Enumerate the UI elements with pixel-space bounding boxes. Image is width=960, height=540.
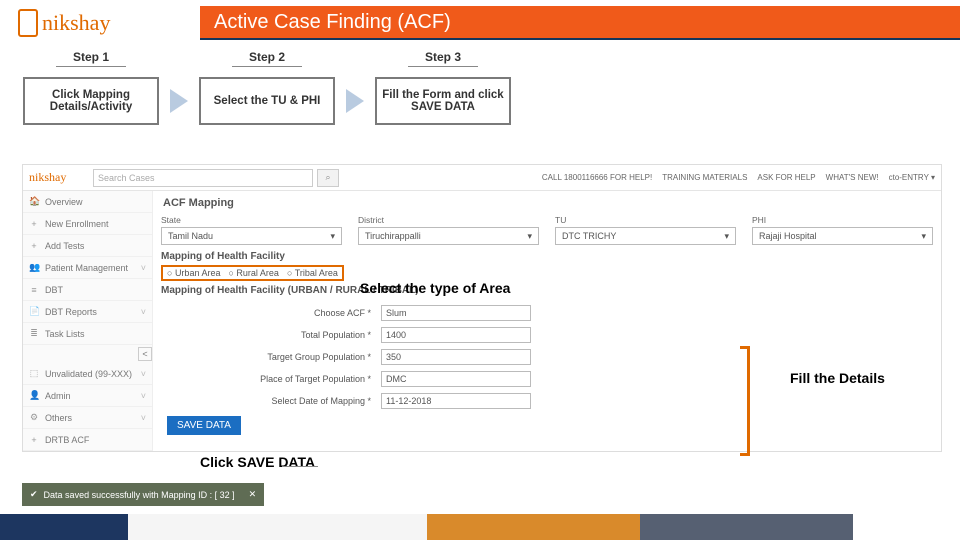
step-2: Step 2 Select the TU & PHI [202, 48, 332, 125]
chevron-down-icon: ▾ [724, 231, 729, 242]
top-link[interactable]: CALL 1800116666 FOR HELP! [542, 173, 652, 182]
chevron-down-icon: ▾ [527, 231, 532, 242]
radio-rural[interactable]: Rural Area [228, 268, 278, 278]
state-select[interactable]: Tamil Nadu▾ [161, 227, 342, 245]
search-button[interactable]: ⌕ [317, 169, 339, 187]
tasks-icon: ≣ [29, 328, 39, 339]
slide-logo: nikshay [0, 6, 200, 40]
field-label: Place of Target Population * [161, 374, 381, 384]
state-field: StateTamil Nadu▾ [161, 215, 342, 245]
radio-urban[interactable]: Urban Area [167, 268, 220, 278]
sidebar-item[interactable]: 👥Patient Management˅ [23, 257, 152, 279]
collapse-button[interactable]: < [138, 347, 152, 361]
top-link[interactable]: ASK FOR HELP [757, 173, 815, 182]
chevron-down-icon: ▾ [921, 231, 926, 242]
save-data-button[interactable]: SAVE DATA [167, 416, 241, 435]
app-main: ACF Mapping StateTamil Nadu▾ DistrictTir… [153, 191, 941, 451]
sidebar-item[interactable]: 📄DBT Reports˅ [23, 301, 152, 323]
plus-icon: + [29, 219, 39, 229]
sidebar-item[interactable]: +Add Tests [23, 235, 152, 257]
step-label: Step 1 [56, 48, 126, 67]
callout-area: Select the type of Area [360, 280, 510, 296]
step-box: Select the TU & PHI [199, 77, 335, 125]
step-1: Step 1 Click Mapping Details/Activity [26, 48, 156, 125]
search-icon: ⌕ [325, 172, 330, 183]
user-icon: 👤 [29, 390, 39, 401]
step-3: Step 3 Fill the Form and click SAVE DATA [378, 48, 508, 125]
logo-phone-icon [18, 9, 38, 37]
steps-row: Step 1 Click Mapping Details/Activity St… [26, 48, 508, 125]
sidebar-item[interactable]: +New Enrollment [23, 213, 152, 235]
page-heading: ACF Mapping [163, 197, 933, 209]
sidebar-item[interactable]: 👤Admin˅ [23, 385, 152, 407]
chevron-down-icon: ˅ [141, 391, 146, 401]
app-screenshot: nikshay Search Cases ⌕ CALL 1800116666 F… [22, 164, 942, 452]
tu-field: TUDTC TRICHY▾ [555, 215, 736, 245]
section-heading: Mapping of Health Facility (URBAN / RURA… [161, 285, 933, 296]
home-icon: 🏠 [29, 196, 39, 207]
chevron-down-icon: ˅ [141, 263, 146, 273]
target-pop-input[interactable]: 350 [381, 349, 531, 365]
toast-text: Data saved successfully with Mapping ID … [44, 490, 235, 500]
step-label: Step 2 [232, 48, 302, 67]
arrow-icon [170, 89, 188, 113]
success-toast: ✔ Data saved successfully with Mapping I… [22, 483, 264, 506]
tu-select[interactable]: DTC TRICHY▾ [555, 227, 736, 245]
field-label: Target Group Population * [161, 352, 381, 362]
app-sidebar: 🏠Overview +New Enrollment +Add Tests 👥Pa… [23, 191, 153, 451]
top-link[interactable]: TRAINING MATERIALS [662, 173, 747, 182]
field-label: Total Population * [161, 330, 381, 340]
section-heading: Mapping of Health Facility [161, 251, 933, 262]
arrow-icon [346, 89, 364, 113]
plus-icon: + [29, 435, 39, 445]
arrow-line [282, 466, 318, 467]
sidebar-item[interactable]: ⬚Unvalidated (99-XXX)˅ [23, 363, 152, 385]
sidebar-item[interactable]: 🏠Overview [23, 191, 152, 213]
box-icon: ⬚ [29, 368, 39, 379]
place-target-input[interactable]: DMC [381, 371, 531, 387]
app-logo: nikshay [23, 170, 93, 185]
step-box: Fill the Form and click SAVE DATA [375, 77, 511, 125]
step-box: Click Mapping Details/Activity [23, 77, 159, 125]
app-topbar: nikshay Search Cases ⌕ CALL 1800116666 F… [23, 165, 941, 191]
top-link[interactable]: cto-ENTRY ▾ [889, 173, 935, 182]
chevron-down-icon: ˅ [141, 369, 146, 379]
chevron-down-icon: ▾ [330, 231, 335, 242]
top-link[interactable]: WHAT'S NEW! [826, 173, 879, 182]
slide-title: Active Case Finding (ACF) [200, 6, 960, 40]
choose-acf-select[interactable]: Slum [381, 305, 531, 321]
callout-save: Click SAVE DATA [200, 454, 315, 470]
area-type-radios[interactable]: Urban Area Rural Area Tribal Area [161, 265, 344, 281]
phi-field: PHIRajaji Hospital▾ [752, 215, 933, 245]
list-icon: ≡ [29, 285, 39, 295]
top-links: CALL 1800116666 FOR HELP! TRAINING MATER… [542, 173, 941, 182]
gear-icon: ⚙ [29, 412, 39, 423]
bracket-icon [740, 346, 750, 456]
doc-icon: 📄 [29, 306, 39, 317]
group-icon: 👥 [29, 262, 39, 273]
plus-icon: + [29, 241, 39, 251]
phi-select[interactable]: Rajaji Hospital▾ [752, 227, 933, 245]
callout-fill: Fill the Details [790, 370, 885, 386]
sidebar-item[interactable]: ≣Task Lists [23, 323, 152, 345]
footer-colorbar [0, 514, 960, 540]
close-icon[interactable]: ✕ [249, 489, 257, 500]
field-label: Choose ACF * [161, 308, 381, 318]
step-label: Step 3 [408, 48, 478, 67]
search-input[interactable]: Search Cases [93, 169, 313, 187]
sidebar-item[interactable]: ≡DBT [23, 279, 152, 301]
date-map-input[interactable]: 11-12-2018 [381, 393, 531, 409]
chevron-down-icon: ˅ [141, 307, 146, 317]
chevron-down-icon: ˅ [141, 413, 146, 423]
district-select[interactable]: Tiruchirappalli▾ [358, 227, 539, 245]
field-label: Select Date of Mapping * [161, 396, 381, 406]
sidebar-item[interactable]: ⚙Others˅ [23, 407, 152, 429]
district-field: DistrictTiruchirappalli▾ [358, 215, 539, 245]
check-icon: ✔ [30, 489, 38, 500]
logo-text: nikshay [42, 10, 110, 36]
sidebar-item[interactable]: +DRTB ACF [23, 429, 152, 451]
total-pop-input[interactable]: 1400 [381, 327, 531, 343]
radio-tribal[interactable]: Tribal Area [287, 268, 338, 278]
